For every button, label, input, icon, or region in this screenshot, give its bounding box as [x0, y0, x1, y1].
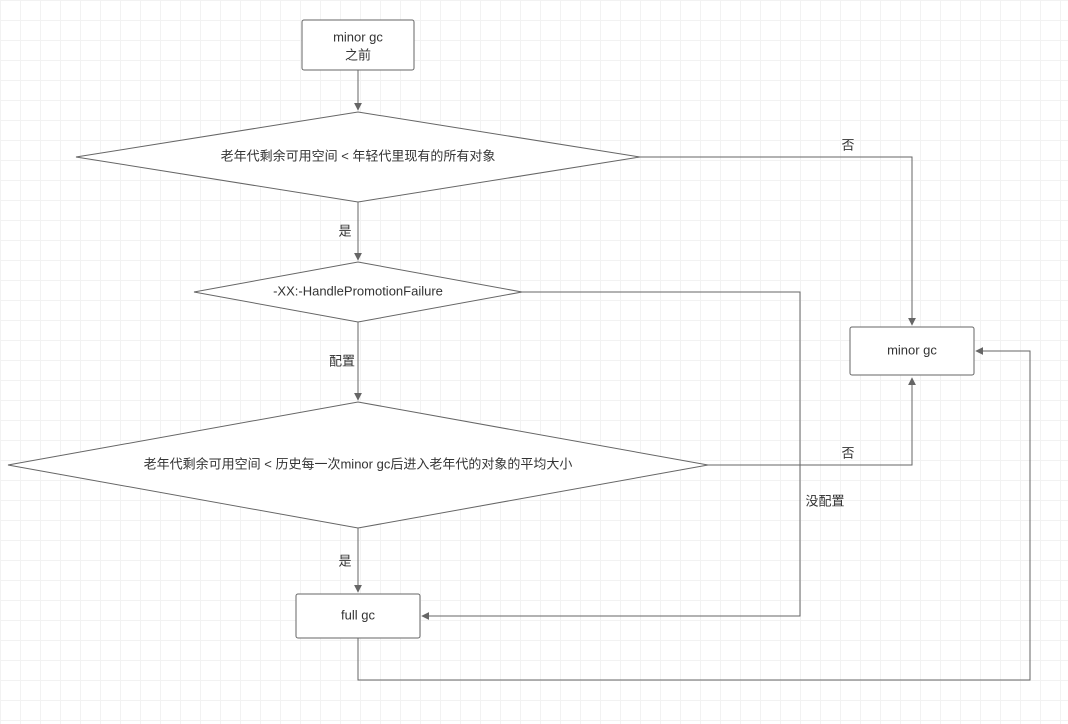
node-d1: 老年代剩余可用空间 < 年轻代里现有的所有对象	[76, 112, 640, 202]
svg-text:是: 是	[338, 223, 351, 238]
edge-d2-d3: 配置	[329, 322, 358, 400]
node-minor-gc: minor gc	[850, 327, 974, 375]
node-d2: -XX:-HandlePromotionFailure	[194, 262, 522, 322]
node-d3: 老年代剩余可用空间 < 历史每一次minor gc后进入老年代的对象的平均大小	[8, 402, 708, 528]
svg-text:minor gc: minor gc	[887, 342, 937, 357]
edge-d1-d2: 是	[338, 202, 358, 260]
svg-text:之前: 之前	[345, 47, 371, 62]
node-start: minor gc 之前	[302, 20, 414, 70]
svg-text:full gc: full gc	[341, 607, 375, 622]
svg-text:老年代剩余可用空间 < 年轻代里现有的所有对象: 老年代剩余可用空间 < 年轻代里现有的所有对象	[221, 148, 496, 163]
edge-full-minor	[358, 351, 1030, 680]
svg-text:是: 是	[338, 553, 351, 568]
node-full-gc: full gc	[296, 594, 420, 638]
svg-text:老年代剩余可用空间 < 历史每一次minor gc后进入老年: 老年代剩余可用空间 < 历史每一次minor gc后进入老年代的对象的平均大小	[144, 456, 573, 471]
svg-text:minor gc: minor gc	[333, 29, 383, 44]
svg-text:配置: 配置	[329, 353, 355, 368]
edge-d3-full: 是	[338, 528, 358, 592]
flowchart-canvas: minor gc 之前 老年代剩余可用空间 < 年轻代里现有的所有对象 否 是 …	[0, 0, 1068, 724]
svg-text:没配置: 没配置	[805, 493, 844, 508]
svg-text:否: 否	[841, 445, 854, 460]
svg-text:否: 否	[841, 137, 854, 152]
edge-d1-minor: 否	[640, 137, 912, 325]
svg-text:-XX:-HandlePromotionFailure: -XX:-HandlePromotionFailure	[273, 283, 443, 298]
edge-d3-minor: 否	[708, 378, 912, 465]
